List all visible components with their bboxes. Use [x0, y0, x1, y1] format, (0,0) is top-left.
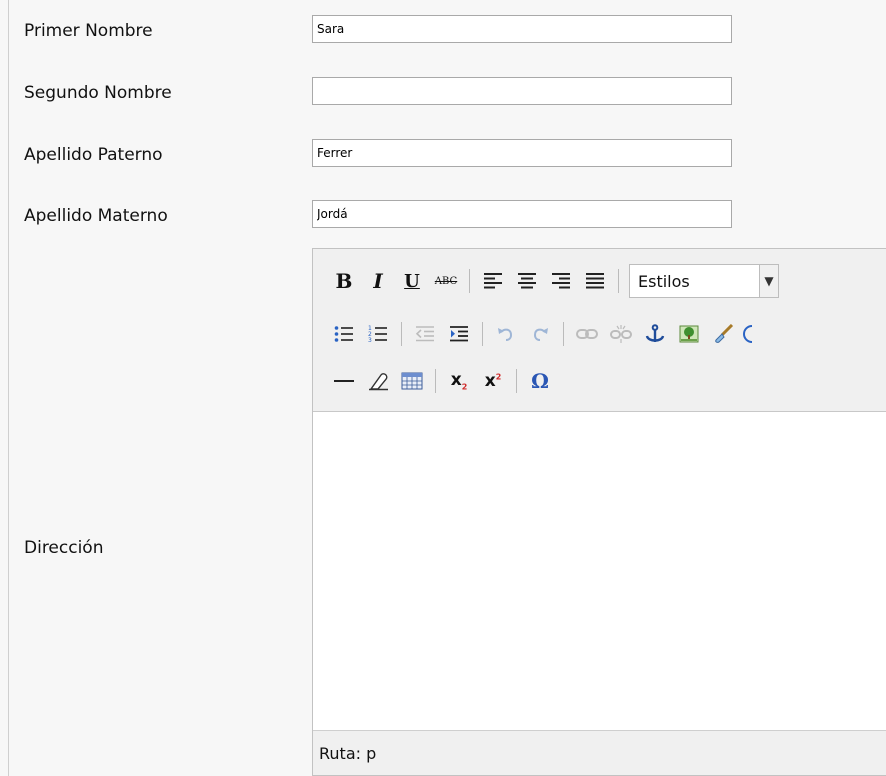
segundo-nombre-input[interactable] — [312, 77, 732, 105]
undo-icon — [498, 328, 513, 341]
italic-icon: I — [373, 269, 383, 293]
anchor-icon — [645, 324, 665, 342]
indent-icon — [450, 326, 468, 342]
cleanup-brush-button[interactable] — [706, 319, 740, 349]
apellido-materno-input[interactable] — [312, 200, 732, 228]
superscript-button[interactable]: x2 — [476, 366, 510, 396]
toolbar-row-1: B I U ABC Estilos ▼ — [327, 264, 779, 298]
label-apellido-materno: Apellido Materno — [24, 206, 168, 226]
strikethrough-icon: ABC — [434, 275, 458, 287]
toolbar-separator — [469, 269, 470, 293]
label-primer-nombre: Primer Nombre — [24, 21, 153, 41]
align-left-icon — [484, 273, 502, 289]
apellido-paterno-input[interactable] — [312, 139, 732, 167]
superscript-icon: x2 — [484, 371, 502, 391]
editor-statusbar: Ruta: p — [313, 730, 886, 775]
table-icon — [401, 372, 423, 390]
align-right-icon — [552, 273, 570, 289]
omega-icon: Ω — [531, 369, 549, 393]
styles-select[interactable]: Estilos ▼ — [629, 264, 779, 298]
link-icon — [576, 329, 598, 339]
numbered-list-button[interactable]: 123 — [361, 319, 395, 349]
toolbar-separator — [401, 322, 402, 346]
justify-button[interactable] — [578, 266, 612, 296]
toolbar-separator — [516, 369, 517, 393]
toolbar-row-2: 123 — [327, 317, 770, 351]
table-button[interactable] — [395, 366, 429, 396]
toolbar-separator — [482, 322, 483, 346]
italic-button[interactable]: I — [361, 266, 395, 296]
numbered-list-icon: 123 — [368, 325, 387, 343]
bold-icon: B — [335, 269, 353, 293]
subscript-button[interactable]: x2 — [442, 366, 476, 396]
svg-text:3: 3 — [368, 337, 372, 343]
anchor-button[interactable] — [638, 319, 672, 349]
editor-toolbar: B I U ABC Estilos ▼ 1 2 3 x2 x2 Ω — [313, 249, 886, 412]
label-apellido-paterno: Apellido Paterno — [24, 145, 163, 165]
bullet-list-icon — [334, 326, 353, 342]
underline-button[interactable]: U — [395, 266, 429, 296]
primer-nombre-input[interactable] — [312, 15, 732, 43]
align-center-icon — [518, 273, 536, 289]
toolbar-row-3: x2 x2 Ω — [327, 364, 557, 398]
subscript-icon: x2 — [450, 370, 468, 392]
bold-button[interactable]: B — [327, 266, 361, 296]
indent-button[interactable] — [442, 319, 476, 349]
undo-button[interactable] — [489, 319, 523, 349]
styles-select-label: Estilos — [638, 271, 690, 291]
left-border — [8, 0, 9, 776]
label-segundo-nombre: Segundo Nombre — [24, 83, 172, 103]
bullet-list-button[interactable] — [327, 319, 361, 349]
horizontal-rule-button[interactable] — [327, 366, 361, 396]
image-icon — [679, 325, 699, 343]
special-char-button[interactable]: Ω — [523, 366, 557, 396]
unlink-button[interactable] — [604, 319, 638, 349]
align-center-button[interactable] — [510, 266, 544, 296]
label-direccion: Dirección — [24, 538, 104, 558]
outdent-icon — [415, 326, 434, 342]
underline-icon: U — [404, 270, 420, 292]
eraser-icon — [369, 373, 388, 391]
editor-content-area[interactable] — [313, 412, 886, 732]
strikethrough-button[interactable]: ABC — [429, 266, 463, 296]
brush-icon — [715, 324, 734, 343]
remove-format-button[interactable] — [361, 366, 395, 396]
align-left-button[interactable] — [476, 266, 510, 296]
redo-icon — [533, 328, 548, 341]
more-button[interactable] — [740, 319, 770, 349]
unlink-icon — [610, 325, 632, 343]
outdent-button[interactable] — [408, 319, 442, 349]
toolbar-separator — [435, 369, 436, 393]
redo-button[interactable] — [523, 319, 557, 349]
chevron-down-icon[interactable]: ▼ — [759, 265, 778, 297]
partial-icon — [743, 325, 752, 343]
link-button[interactable] — [570, 319, 604, 349]
toolbar-separator — [563, 322, 564, 346]
justify-icon — [586, 273, 604, 289]
toolbar-separator — [618, 269, 619, 293]
align-right-button[interactable] — [544, 266, 578, 296]
image-button[interactable] — [672, 319, 706, 349]
horizontal-rule-icon — [334, 380, 354, 382]
path-indicator: Ruta: p — [319, 743, 377, 763]
address-editor: B I U ABC Estilos ▼ 1 2 3 x2 x2 Ω Ruta: … — [312, 248, 886, 776]
